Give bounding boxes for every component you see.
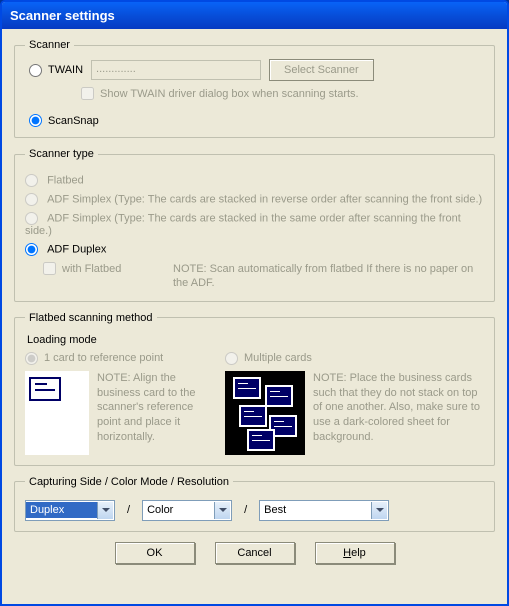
card-icon xyxy=(239,405,267,427)
scansnap-radio[interactable] xyxy=(29,114,42,127)
capturing-side-value: Duplex xyxy=(26,502,104,518)
ok-button[interactable]: OK xyxy=(115,542,195,564)
dialog-buttons: OK Cancel Help xyxy=(14,542,495,564)
separator: / xyxy=(238,504,253,516)
multiple-cards-label: Multiple cards xyxy=(244,352,312,364)
adf-simplex-same-row: ADF Simplex (Type: The cards are stacked… xyxy=(25,212,484,237)
adf-duplex-radio[interactable] xyxy=(25,243,38,256)
capturing-side-select[interactable]: Duplex xyxy=(25,500,115,521)
adf-simplex-same-label: ADF Simplex (Type: The cards are stacked… xyxy=(25,213,461,238)
loading-right-col: Multiple cards NOTE: Place the business … xyxy=(225,352,484,455)
help-button[interactable]: Help xyxy=(315,542,395,564)
capture-group: Capturing Side / Color Mode / Resolution… xyxy=(14,476,495,532)
one-card-thumbnail xyxy=(25,371,89,455)
cancel-button[interactable]: Cancel xyxy=(215,542,295,564)
select-scanner-button: Select Scanner xyxy=(269,59,374,81)
show-twain-dialog-checkbox xyxy=(81,87,94,100)
scanner-settings-window: Scanner settings Scanner TWAIN .........… xyxy=(0,0,509,606)
color-mode-select[interactable]: Color xyxy=(142,500,232,521)
scanner-legend: Scanner xyxy=(25,39,74,51)
scanner-type-group: Scanner type Flatbed ADF Simplex (Type: … xyxy=(14,148,495,302)
with-flatbed-label: with Flatbed xyxy=(62,263,121,275)
twain-label: TWAIN xyxy=(48,64,83,76)
show-twain-dialog-label: Show TWAIN driver dialog box when scanni… xyxy=(100,88,359,100)
flatbed-method-group: Flatbed scanning method Loading mode 1 c… xyxy=(14,312,495,466)
with-flatbed-checkbox xyxy=(43,262,56,275)
show-twain-dialog-row: Show TWAIN driver dialog box when scanni… xyxy=(81,87,484,100)
resolution-select[interactable]: Best xyxy=(259,500,389,521)
adf-duplex-label: ADF Duplex xyxy=(47,244,106,256)
client-area: Scanner TWAIN ............. Select Scann… xyxy=(2,29,507,574)
scansnap-row: ScanSnap xyxy=(29,114,484,127)
multiple-cards-radio xyxy=(225,352,238,365)
adf-simplex-rev-label: ADF Simplex (Type: The cards are stacked… xyxy=(47,194,482,206)
chevron-down-icon xyxy=(97,502,113,519)
one-card-note: NOTE: Align the business card to the sca… xyxy=(97,371,215,445)
flatbed-radio xyxy=(25,174,38,187)
loading-mode-row: 1 card to reference point NOTE: Align th… xyxy=(25,352,484,455)
chevron-down-icon xyxy=(214,502,230,519)
twain-driver-box: ............. xyxy=(91,60,261,80)
scanner-group: Scanner TWAIN ............. Select Scann… xyxy=(14,39,495,138)
color-mode-value: Color xyxy=(143,502,221,518)
loading-left-col: 1 card to reference point NOTE: Align th… xyxy=(25,352,215,455)
loading-mode-label: Loading mode xyxy=(27,334,484,346)
flatbed-row: Flatbed xyxy=(25,174,484,187)
multiple-cards-note: NOTE: Place the business cards such that… xyxy=(313,371,484,445)
scanner-type-legend: Scanner type xyxy=(25,148,98,160)
multiple-cards-thumbnail xyxy=(225,371,305,455)
twain-row: TWAIN ............. Select Scanner xyxy=(29,59,484,81)
separator: / xyxy=(121,504,136,516)
adf-simplex-rev-row: ADF Simplex (Type: The cards are stacked… xyxy=(25,193,484,206)
one-card-label: 1 card to reference point xyxy=(44,352,163,364)
card-icon xyxy=(265,385,293,407)
scansnap-label: ScanSnap xyxy=(48,115,99,127)
adf-simplex-rev-radio xyxy=(25,193,38,206)
flatbed-method-legend: Flatbed scanning method xyxy=(25,312,157,324)
with-flatbed-row: with Flatbed NOTE: Scan automatically fr… xyxy=(43,262,484,291)
window-title: Scanner settings xyxy=(2,2,507,29)
with-flatbed-note: NOTE: Scan automatically from flatbed If… xyxy=(173,262,484,291)
one-card-radio xyxy=(25,352,38,365)
adf-duplex-row: ADF Duplex xyxy=(25,243,484,256)
capture-row: Duplex / Color / Best xyxy=(25,500,484,521)
card-icon xyxy=(233,377,261,399)
chevron-down-icon xyxy=(371,502,387,519)
card-icon xyxy=(247,429,275,451)
twain-radio[interactable] xyxy=(29,64,42,77)
capture-legend: Capturing Side / Color Mode / Resolution xyxy=(25,476,233,488)
flatbed-label: Flatbed xyxy=(47,175,84,187)
resolution-value: Best xyxy=(260,502,338,518)
adf-simplex-same-radio xyxy=(25,212,38,225)
card-icon xyxy=(29,377,61,401)
